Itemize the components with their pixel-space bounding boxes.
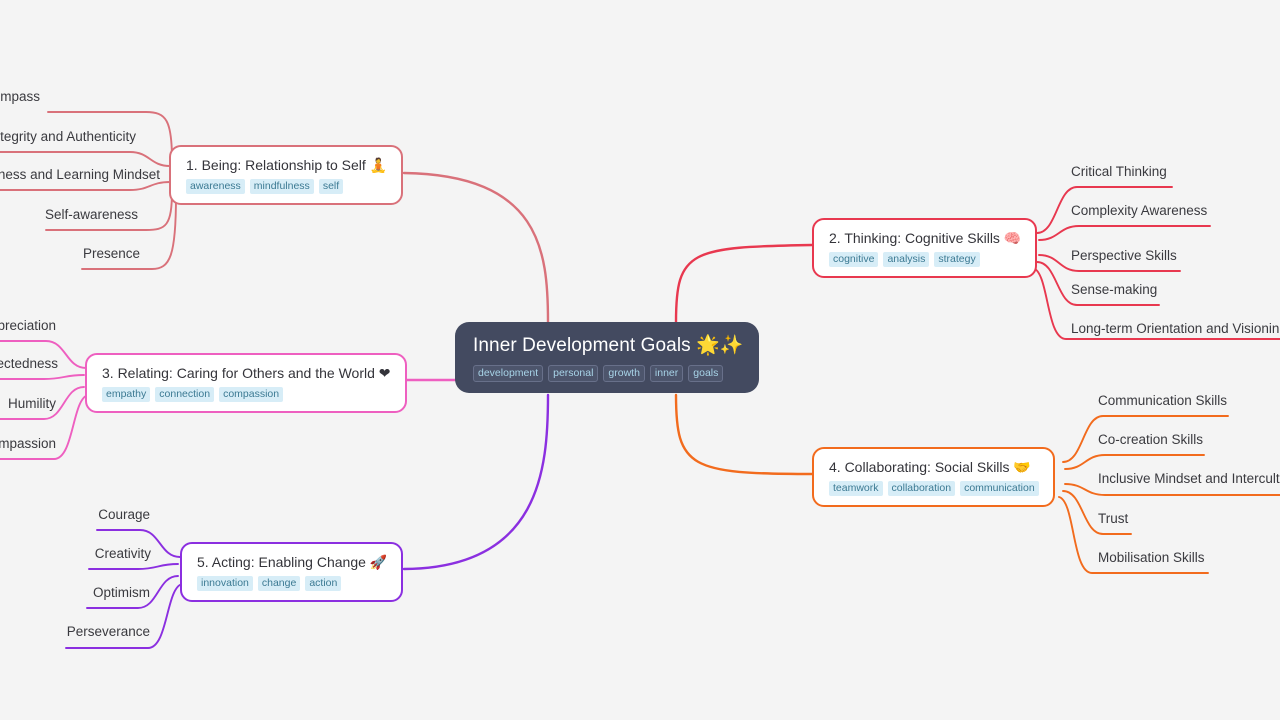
branch-title: 1. Being: Relationship to Self 🧘 — [186, 157, 388, 173]
leaf-label-creativity[interactable]: Creativity — [0, 545, 151, 562]
connector-root-thinking — [674, 243, 814, 324]
leaf-edge-thinking-1 — [1038, 225, 1211, 241]
branch-node-relating[interactable]: 3. Relating: Caring for Others and the W… — [85, 353, 407, 413]
branch-tag[interactable]: empathy — [102, 387, 151, 402]
branch-node-acting[interactable]: 5. Acting: Enabling Change 🚀 innovation … — [180, 542, 404, 602]
root-node[interactable]: Inner Development Goals 🌟✨ development p… — [455, 322, 759, 393]
branch-tag[interactable]: communication — [960, 481, 1039, 496]
leaf-label-trust[interactable]: Trust — [1098, 510, 1128, 527]
leaf-label-compassion[interactable]: Compassion — [0, 435, 56, 452]
branch-tag-list: innovation change action — [197, 576, 387, 591]
root-tag[interactable]: development — [473, 365, 544, 382]
root-tag[interactable]: growth — [603, 365, 645, 382]
branch-tag-list: empathy connection compassion — [102, 387, 391, 402]
leaf-label-inclusive-mindset-and-intercultural-competence[interactable]: Inclusive Mindset and Intercultural Comp… — [1098, 470, 1280, 487]
branch-title: 3. Relating: Caring for Others and the W… — [102, 365, 391, 381]
branch-title: 5. Acting: Enabling Change 🚀 — [197, 554, 388, 570]
connector-root-collaborating — [674, 393, 814, 476]
leaf-label-mobilisation-skills[interactable]: Mobilisation Skills — [1098, 549, 1205, 566]
branch-tag[interactable]: compassion — [219, 387, 284, 402]
leaf-edge-being-1 — [0, 151, 171, 167]
branch-tag[interactable]: mindfulness — [249, 179, 314, 194]
root-tag[interactable]: personal — [548, 365, 599, 382]
leaf-label-communication-skills[interactable]: Communication Skills — [1098, 392, 1227, 409]
branch-node-being[interactable]: 1. Being: Relationship to Self 🧘 awarene… — [169, 145, 404, 205]
branch-tag[interactable]: innovation — [197, 576, 253, 591]
leaf-edge-being-2 — [0, 181, 171, 191]
branch-tag[interactable]: self — [318, 179, 344, 194]
branch-tag[interactable]: strategy — [934, 252, 980, 267]
root-title: Inner Development Goals 🌟✨ — [473, 335, 744, 356]
leaf-edge-collab-1 — [1064, 454, 1205, 470]
leaf-label-integrity-and-authenticity[interactable]: Integrity and Authenticity — [0, 128, 136, 145]
leaf-edge-relating-1 — [0, 374, 85, 380]
leaf-label-inner-compass[interactable]: Inner Compass — [0, 88, 40, 105]
leaf-label-perspective-skills[interactable]: Perspective Skills — [1071, 247, 1177, 264]
branch-tag-list: awareness mindfulness self — [186, 179, 387, 194]
branch-tag[interactable]: analysis — [883, 252, 930, 267]
leaf-label-sense-making[interactable]: Sense-making — [1071, 281, 1157, 298]
branch-tag[interactable]: change — [257, 576, 301, 591]
branch-title: 4. Collaborating: Social Skills 🤝 — [829, 459, 1031, 475]
branch-tag[interactable]: action — [305, 576, 342, 591]
leaf-label-humility[interactable]: Humility — [0, 395, 56, 412]
connector-root-being — [402, 171, 550, 324]
branch-node-collaborating[interactable]: 4. Collaborating: Social Skills 🤝 teamwo… — [812, 447, 1055, 507]
leaf-label-connectedness[interactable]: Connectedness — [0, 355, 58, 372]
leaf-label-courage[interactable]: Courage — [0, 506, 150, 523]
leaf-label-openness-and-learning-mindset[interactable]: Openness and Learning Mindset — [0, 166, 160, 183]
leaf-label-appreciation[interactable]: Appreciation — [0, 317, 56, 334]
leaf-label-critical-thinking[interactable]: Critical Thinking — [1071, 163, 1167, 180]
leaf-label-complexity-awareness[interactable]: Complexity Awareness — [1071, 202, 1207, 219]
root-tag[interactable]: inner — [649, 365, 684, 382]
branch-title: 2. Thinking: Cognitive Skills 🧠 — [829, 230, 1022, 246]
leaf-label-presence[interactable]: Presence — [0, 245, 140, 262]
branch-tag[interactable]: teamwork — [829, 481, 883, 496]
branch-tag[interactable]: collaboration — [887, 481, 956, 496]
root-tag[interactable]: goals — [688, 365, 724, 382]
branch-tag-list: cognitive analysis strategy — [829, 252, 1021, 267]
connector-root-acting — [402, 393, 550, 571]
branch-node-thinking[interactable]: 2. Thinking: Cognitive Skills 🧠 cognitiv… — [812, 218, 1038, 278]
branch-tag[interactable]: cognitive — [829, 252, 879, 267]
leaf-label-long-term-orientation-and-visioning[interactable]: Long-term Orientation and Visioning — [1071, 320, 1280, 337]
leaf-label-self-awareness[interactable]: Self-awareness — [0, 206, 138, 223]
branch-tag-list: teamwork collaboration communication — [829, 481, 1039, 496]
branch-tag[interactable]: connection — [155, 387, 215, 402]
leaf-label-perseverance[interactable]: Perseverance — [0, 623, 150, 640]
leaf-label-co-creation-skills[interactable]: Co-creation Skills — [1098, 431, 1203, 448]
branch-tag[interactable]: awareness — [186, 179, 245, 194]
leaf-label-optimism[interactable]: Optimism — [0, 584, 150, 601]
leaf-edge-acting-1 — [88, 563, 179, 570]
mindmap-canvas: Inner Development Goals 🌟✨ development p… — [0, 0, 1280, 720]
root-tag-list: development personal growth inner goals — [473, 365, 741, 382]
